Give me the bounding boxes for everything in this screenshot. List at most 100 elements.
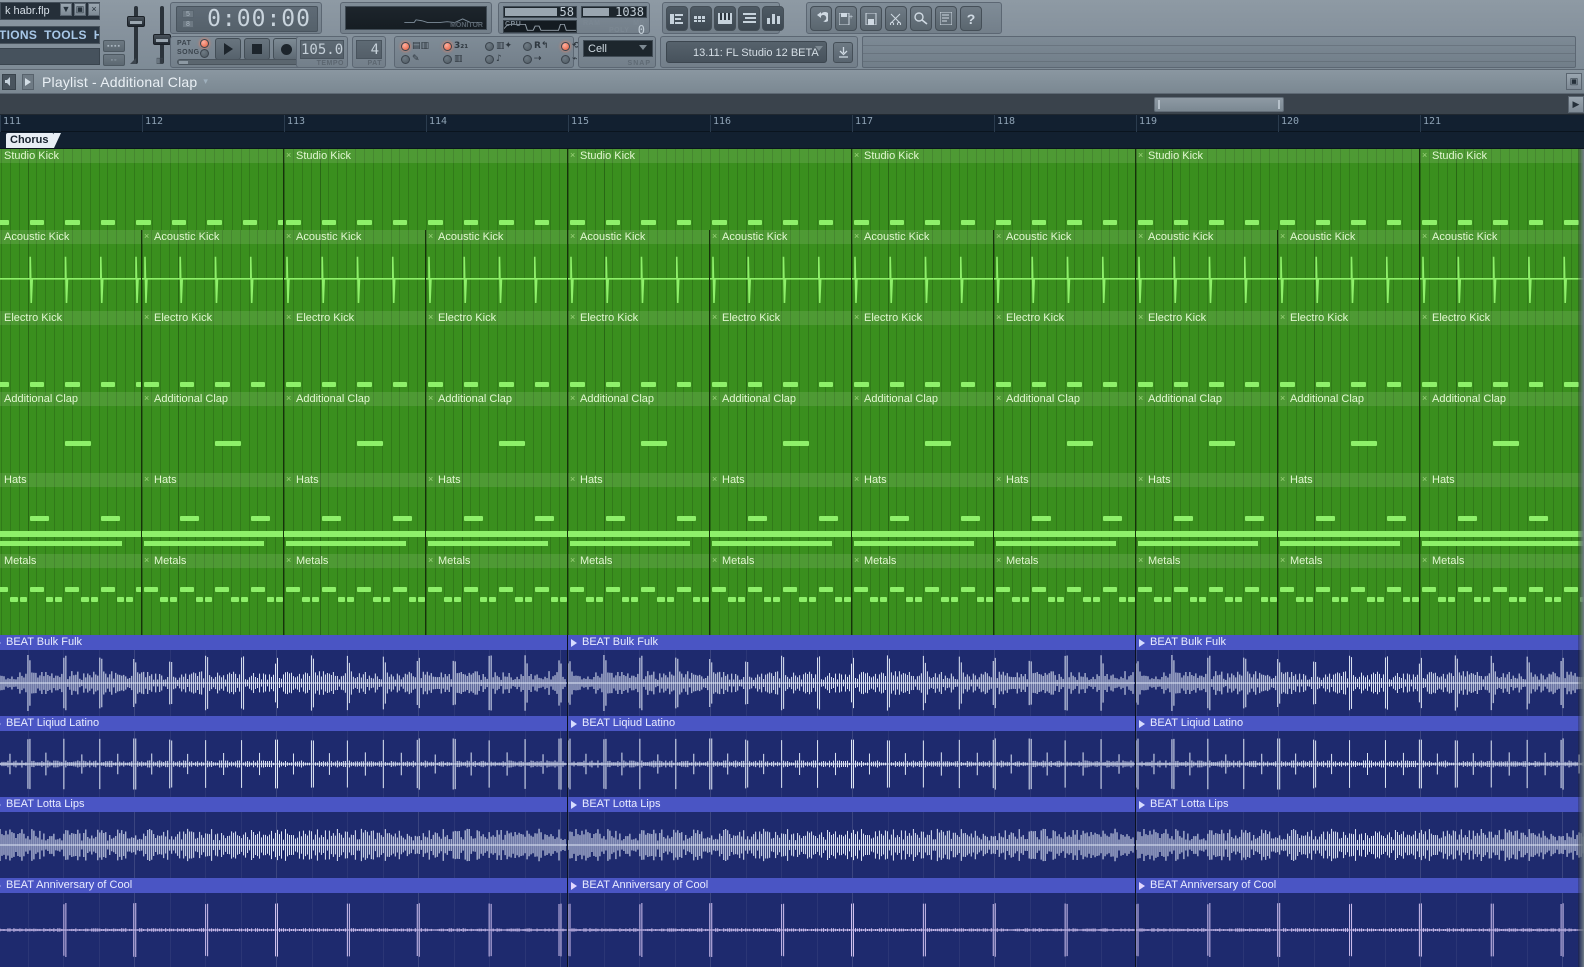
- pattern-note[interactable]: [428, 220, 443, 225]
- undo-icon[interactable]: [810, 6, 832, 31]
- pattern-clip[interactable]: Acoustic Kick×: [852, 230, 994, 311]
- pattern-note[interactable]: [818, 220, 834, 225]
- pattern-note[interactable]: [207, 220, 222, 225]
- pattern-note[interactable]: [676, 587, 691, 592]
- clip-label[interactable]: Additional Clap: [710, 392, 851, 406]
- pattern-note[interactable]: [1376, 597, 1384, 602]
- metronome-switch[interactable]: ▥✦: [485, 41, 512, 51]
- clip-label[interactable]: Metals: [284, 554, 425, 568]
- pattern-note[interactable]: [1518, 597, 1526, 602]
- pattern-note[interactable]: [960, 382, 976, 387]
- pattern-note[interactable]: [631, 597, 639, 602]
- clip-label[interactable]: Hats: [1136, 473, 1277, 487]
- pattern-clip[interactable]: Hats×: [426, 473, 568, 554]
- pattern-note[interactable]: [889, 587, 904, 592]
- pattern-note[interactable]: [215, 441, 241, 446]
- pattern-note[interactable]: [499, 587, 514, 592]
- clip-label[interactable]: Hats: [426, 473, 567, 487]
- pattern-note[interactable]: [666, 597, 674, 602]
- song-position-thumb[interactable]: [179, 61, 188, 64]
- pattern-clip[interactable]: Hats×: [1278, 473, 1420, 554]
- clip-close-icon[interactable]: ×: [0, 313, 2, 322]
- pat-mode-label[interactable]: PAT: [177, 40, 191, 47]
- pattern-note[interactable]: [1564, 587, 1579, 592]
- pattern-note[interactable]: [1031, 220, 1047, 225]
- pattern-note[interactable]: [1493, 587, 1508, 592]
- pattern-note[interactable]: [100, 382, 116, 387]
- clip-close-icon[interactable]: ×: [0, 475, 2, 484]
- clip-label[interactable]: Electro Kick: [852, 311, 993, 325]
- pattern-clip[interactable]: Electro Kick×: [710, 311, 852, 392]
- clip-label[interactable]: Metals: [852, 554, 993, 568]
- pattern-note[interactable]: [818, 587, 833, 592]
- clip-close-icon[interactable]: ×: [144, 394, 152, 403]
- clip-close-icon[interactable]: ×: [1280, 475, 1288, 484]
- pattern-note[interactable]: [676, 220, 692, 225]
- clip-label[interactable]: Electro Kick: [284, 311, 425, 325]
- pattern-note[interactable]: [986, 597, 993, 602]
- clip-close-icon[interactable]: ×: [1138, 151, 1146, 160]
- pattern-note[interactable]: [357, 587, 372, 592]
- playlist-track[interactable]: BEAT Anniversary of Cool BEAT Anniversary…: [0, 878, 1584, 967]
- pattern-note[interactable]: [321, 382, 337, 387]
- time-display[interactable]: 5 8 0:00:00: [176, 6, 318, 32]
- pattern-note[interactable]: [915, 597, 923, 602]
- clip-label[interactable]: BEAT Liqiud Latino: [1136, 716, 1584, 731]
- pattern-note[interactable]: [763, 597, 772, 602]
- step-edit-switch[interactable]: ♪: [485, 54, 502, 64]
- pattern-clip[interactable]: Acoustic Kick×: [142, 230, 284, 311]
- clip-label[interactable]: Hats: [994, 473, 1135, 487]
- pattern-note[interactable]: [1528, 220, 1544, 225]
- pattern-clip[interactable]: Metals×: [142, 554, 284, 635]
- pattern-note[interactable]: [854, 382, 869, 387]
- pattern-note[interactable]: [534, 220, 550, 225]
- clip-play-icon[interactable]: [571, 639, 577, 647]
- pattern-clip[interactable]: Hats×: [568, 473, 710, 554]
- pattern-note[interactable]: [1209, 587, 1224, 592]
- pattern-note[interactable]: [783, 587, 798, 592]
- pattern-note[interactable]: [905, 597, 914, 602]
- pattern-note[interactable]: [1351, 587, 1366, 592]
- mixer-icon[interactable]: [762, 6, 784, 31]
- pattern-note[interactable]: [65, 441, 91, 446]
- clip-close-icon[interactable]: ×: [712, 394, 720, 403]
- pattern-note-band[interactable]: [286, 541, 406, 546]
- pattern-clip[interactable]: Acoustic Kick×: [1420, 230, 1584, 311]
- playlist-track[interactable]: Studio Kick×Studio Kick×Studio Kick×Stud…: [0, 149, 1584, 230]
- clip-label[interactable]: Additional Clap: [1278, 392, 1419, 406]
- clip-close-icon[interactable]: ×: [854, 151, 862, 160]
- pattern-note[interactable]: [747, 220, 763, 225]
- clip-label[interactable]: BEAT Bulk Fulk: [1136, 635, 1584, 650]
- playlist-hscrollbar[interactable]: ▶: [0, 94, 1584, 115]
- pattern-clip[interactable]: Acoustic Kick×: [568, 230, 710, 311]
- pattern-note[interactable]: [1260, 597, 1269, 602]
- pattern-note-band[interactable]: [0, 541, 122, 546]
- song-mode-label[interactable]: SONG: [177, 49, 200, 56]
- pattern-note[interactable]: [250, 382, 266, 387]
- pattern-note[interactable]: [1447, 597, 1455, 602]
- pattern-note[interactable]: [463, 220, 479, 225]
- pattern-note[interactable]: [996, 587, 1011, 592]
- pattern-note[interactable]: [144, 382, 159, 387]
- clip-label[interactable]: Electro Kick: [1278, 311, 1419, 325]
- pattern-note[interactable]: [382, 597, 390, 602]
- step-forward-led[interactable]: [523, 54, 532, 64]
- audio-clip[interactable]: BEAT Liqiud Latino: [0, 716, 568, 797]
- clip-label[interactable]: Acoustic Kick: [852, 230, 993, 244]
- clip-label[interactable]: Additional Clap: [852, 392, 993, 406]
- pattern-note[interactable]: [1189, 597, 1198, 602]
- clip-label[interactable]: Acoustic Kick: [142, 230, 283, 244]
- clip-close-icon[interactable]: ×: [286, 313, 294, 322]
- clip-close-icon[interactable]: ×: [1280, 232, 1288, 241]
- pattern-clip[interactable]: Acoustic Kick×: [1136, 230, 1278, 311]
- pattern-clip[interactable]: Hats×: [142, 473, 284, 554]
- pattern-clip[interactable]: Studio Kick×: [0, 149, 284, 230]
- pattern-note[interactable]: [737, 597, 745, 602]
- pattern-note[interactable]: [337, 597, 346, 602]
- pattern-note-band[interactable]: [570, 541, 690, 546]
- song-position-slider[interactable]: [177, 59, 315, 65]
- pattern-note[interactable]: [550, 597, 559, 602]
- pattern-note[interactable]: [29, 382, 45, 387]
- clip-label[interactable]: Acoustic Kick: [426, 230, 567, 244]
- pattern-clip[interactable]: Metals×: [1136, 554, 1278, 635]
